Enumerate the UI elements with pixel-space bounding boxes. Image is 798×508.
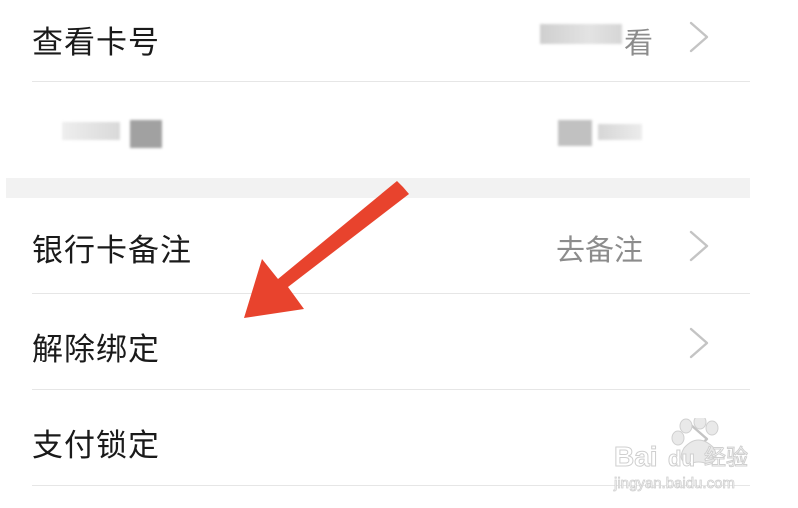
bank-card-settings-screen: 查看卡号 看 银行卡备注 去备注 解除绑定 支付锁定 Bai du 经验 jin… — [0, 0, 798, 508]
svg-text:Bai: Bai — [614, 441, 658, 472]
svg-text:jingyan.baidu.com: jingyan.baidu.com — [613, 475, 735, 492]
baidu-jingyan-watermark-logo: Bai du 经验 jingyan.baidu.com — [613, 418, 749, 492]
svg-text:经验: 经验 — [704, 446, 748, 471]
svg-text:du: du — [668, 446, 695, 471]
